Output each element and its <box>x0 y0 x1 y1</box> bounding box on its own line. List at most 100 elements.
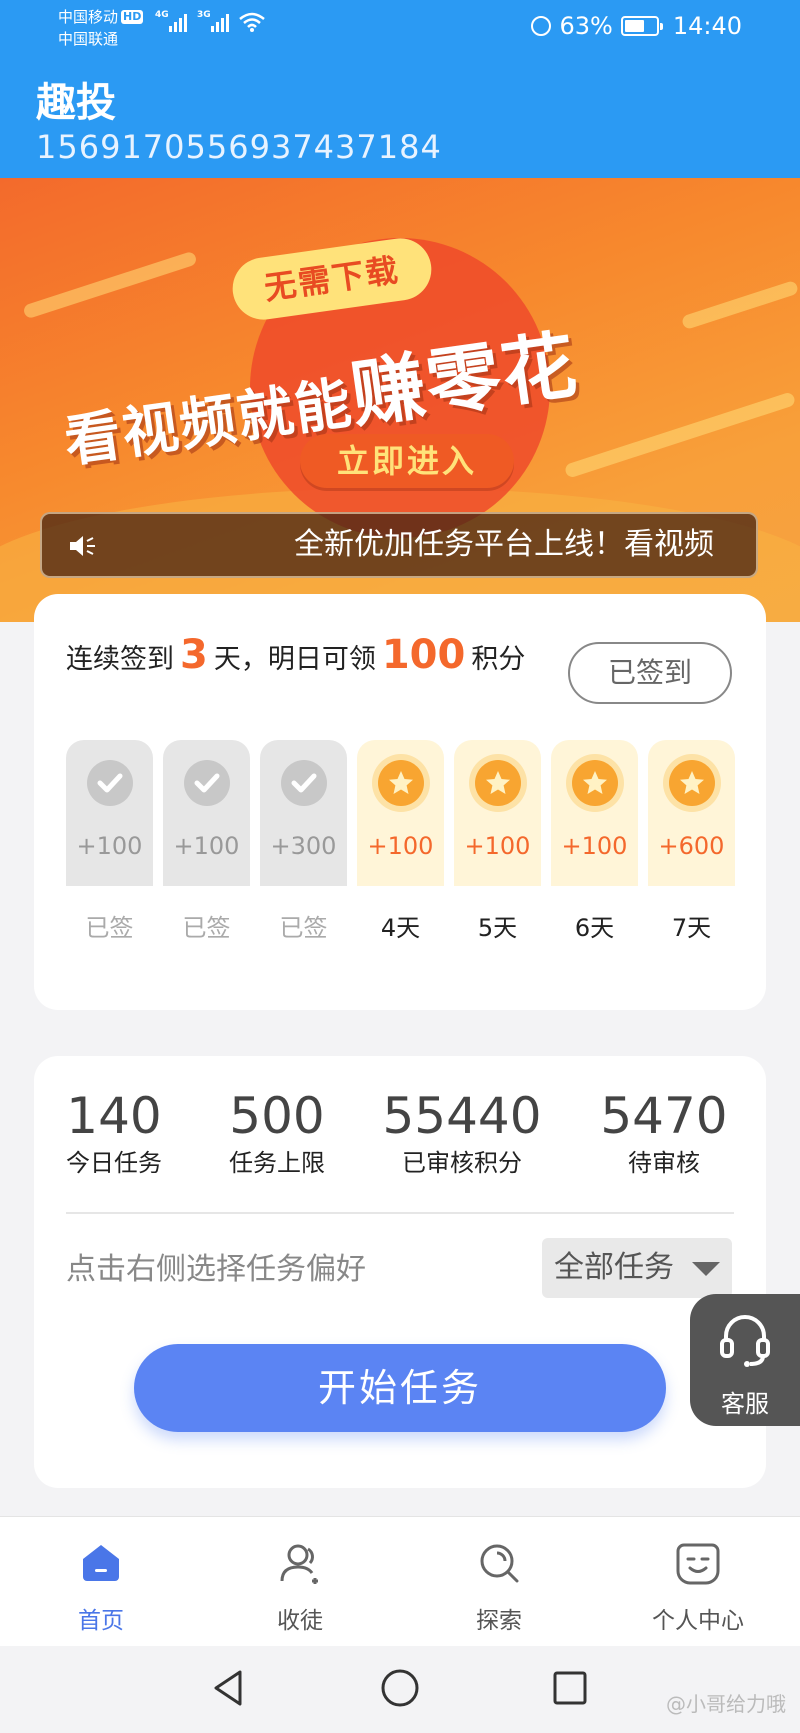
watermark: @小哥给力哦 <box>666 1692 786 1716</box>
alarm-icon <box>531 16 552 36</box>
network-type-1: 4G <box>155 10 169 20</box>
dropdown-triangle-icon <box>692 1262 720 1276</box>
headline-big: 赚零花 <box>345 321 584 439</box>
network-type-2: 3G <box>197 10 211 20</box>
check-icon <box>281 760 327 806</box>
day-label: 已签 <box>85 914 134 942</box>
day-label: 7天 <box>671 914 712 942</box>
star-coin-icon <box>669 760 715 806</box>
checkin-card: 连续签到 3 天，明日可领 100 积分 已签到 +100 已签 +100 已签 +30… <box>34 594 766 1010</box>
stat-today-tasks: 140 今日任务 <box>54 1086 174 1180</box>
carrier-1: 中国移动 <box>58 8 119 26</box>
back-icon[interactable] <box>210 1668 246 1708</box>
preference-hint: 点击右侧选择任务偏好 <box>66 1252 366 1287</box>
notice-bar[interactable]: 全新优加任务平台上线！看视频 <box>40 512 758 578</box>
stat-caption: 今日任务 <box>66 1149 162 1177</box>
status-right: 63% 14:40 <box>531 12 742 40</box>
service-label: 客服 <box>721 1390 769 1418</box>
day-points: +100 <box>76 832 143 860</box>
app-title: 趣投 <box>36 80 116 126</box>
checkin-suffix: 积分 <box>471 644 526 675</box>
enter-now-button[interactable]: 立即进入 <box>300 434 514 488</box>
users-icon <box>280 1544 318 1584</box>
day-item: +600 7天 <box>648 740 735 943</box>
task-stats-card: 140 今日任务 500 任务上限 55440 已审核积分 5470 待审核 点… <box>34 1056 766 1488</box>
stat-value: 140 <box>66 1087 162 1145</box>
checkin-prefix: 连续签到 <box>66 644 174 675</box>
tab-home[interactable]: 首页 <box>41 1541 161 1635</box>
top-bar: 中国移动 HD 中国联通 4G 3G 63% 14:40 趣投 156917055… <box>0 0 800 178</box>
stat-value: 5470 <box>600 1087 728 1145</box>
day-points: +100 <box>367 832 434 860</box>
stat-value: 55440 <box>382 1087 542 1145</box>
day-item: +100 已签 <box>163 740 250 943</box>
stat-caption: 已审核积分 <box>402 1149 522 1177</box>
task-preference-select[interactable]: 全部任务 <box>542 1238 732 1298</box>
stat-pending: 5470 待审核 <box>594 1086 734 1180</box>
day-label: 6天 <box>574 914 615 942</box>
day-item: +300 已签 <box>260 740 347 943</box>
check-icon <box>87 760 133 806</box>
day-item: +100 5天 <box>454 740 541 943</box>
tab-label: 收徒 <box>277 1608 323 1634</box>
day-label: 已签 <box>182 914 231 942</box>
start-task-button[interactable]: 开始任务 <box>134 1344 666 1432</box>
home-circle-icon[interactable] <box>380 1668 420 1708</box>
user-id: 1569170556937437184 <box>36 128 442 166</box>
tab-label: 个人中心 <box>652 1608 744 1634</box>
day-points: +600 <box>658 832 725 860</box>
carrier-2: 中国联通 <box>58 30 119 48</box>
checkin-summary: 连续签到 3 天，明日可领 100 积分 <box>66 632 566 683</box>
smile-icon <box>676 1543 720 1585</box>
day-item: +100 4天 <box>357 740 444 943</box>
headset-icon <box>720 1315 770 1367</box>
day-item: +100 6天 <box>551 740 638 943</box>
bottom-tab-bar: 首页 收徒 探索 个人中心 <box>0 1516 800 1647</box>
day-points: +100 <box>561 832 628 860</box>
tomorrow-points: 100 <box>381 632 466 678</box>
signal-icon-2: 3G <box>197 10 229 32</box>
stat-caption: 待审核 <box>628 1149 700 1177</box>
carrier-info: 中国移动 HD 中国联通 <box>58 6 144 50</box>
hd-badge: HD <box>121 10 144 24</box>
star-coin-icon <box>572 760 618 806</box>
network-indicators: 4G 3G <box>155 10 265 32</box>
day-label: 5天 <box>477 914 518 942</box>
signal-icon: 4G <box>155 10 187 32</box>
checkin-mid: 天，明日可领 <box>213 644 376 675</box>
signed-in-button[interactable]: 已签到 <box>568 642 732 704</box>
tab-label: 首页 <box>78 1608 124 1634</box>
stat-value: 500 <box>229 1087 325 1145</box>
wifi-icon <box>239 12 265 32</box>
system-nav-bar: @小哥给力哦 <box>0 1646 800 1733</box>
star-coin-icon <box>475 760 521 806</box>
battery-percent: 63% <box>559 12 613 40</box>
day-points: +300 <box>270 832 337 860</box>
explore-icon <box>480 1544 519 1583</box>
stat-caption: 任务上限 <box>229 1149 325 1177</box>
day-label: 已签 <box>279 914 328 942</box>
speaker-icon <box>70 536 95 556</box>
task-preference-value: 全部任务 <box>554 1250 674 1285</box>
day-label: 4天 <box>380 914 421 942</box>
check-icon <box>184 760 230 806</box>
tab-profile[interactable]: 个人中心 <box>638 1541 758 1635</box>
clock: 14:40 <box>672 12 742 40</box>
battery-icon <box>620 16 663 36</box>
star-coin-icon <box>378 760 424 806</box>
stat-approved-points: 55440 已审核积分 <box>382 1086 542 1180</box>
recent-apps-icon[interactable] <box>552 1670 588 1706</box>
stats-row: 140 今日任务 500 任务上限 55440 已审核积分 5470 待审核 <box>34 1086 766 1177</box>
day-item: +100 已签 <box>66 740 153 943</box>
day-points: +100 <box>464 832 531 860</box>
checkin-days: +100 已签 +100 已签 +300 已签 +100 4天 +100 5天 … <box>66 740 735 943</box>
divider <box>66 1212 734 1214</box>
customer-service-button[interactable]: 客服 <box>690 1294 800 1426</box>
tab-label: 探索 <box>476 1608 522 1634</box>
tab-apprentice[interactable]: 收徒 <box>240 1541 360 1635</box>
stat-task-limit: 500 任务上限 <box>202 1086 352 1180</box>
day-points: +100 <box>173 832 240 860</box>
home-icon <box>83 1545 119 1581</box>
promo-banner[interactable]: 无需下载 看视频就能赚零花 立即进入 全新优加任务平台上线！看视频 <box>0 178 800 622</box>
tab-explore[interactable]: 探索 <box>439 1541 559 1635</box>
